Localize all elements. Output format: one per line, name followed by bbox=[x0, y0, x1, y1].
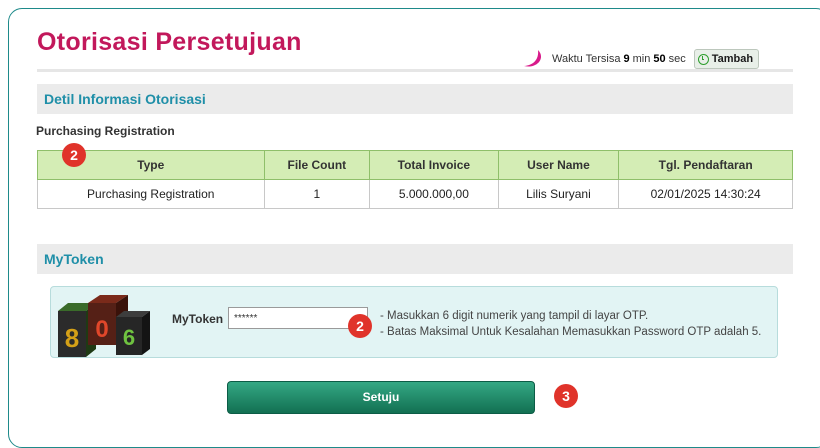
detail-subtitle: Purchasing Registration bbox=[36, 124, 175, 138]
digit-0: 8 bbox=[65, 323, 79, 353]
step-badge-token: 2 bbox=[348, 314, 372, 338]
cell-type: Purchasing Registration bbox=[37, 179, 265, 209]
moon-icon bbox=[524, 50, 542, 67]
cell-registration-date: 02/01/2025 14:30:24 bbox=[618, 179, 793, 209]
col-file-count: File Count bbox=[263, 150, 371, 180]
token-digits-illustration: 8 0 6 bbox=[58, 295, 150, 357]
cell-file-count: 1 bbox=[263, 179, 371, 209]
step-badge-table: 2 bbox=[62, 143, 86, 167]
token-input[interactable] bbox=[228, 307, 368, 329]
table-row: Purchasing Registration 1 5.000.000,00 L… bbox=[37, 179, 793, 209]
token-label: MyToken bbox=[172, 312, 224, 326]
approve-button[interactable]: Setuju bbox=[227, 381, 535, 414]
timer-min-unit: min bbox=[632, 53, 651, 65]
clock-icon bbox=[697, 53, 709, 65]
digit-2: 6 bbox=[123, 325, 135, 350]
col-user-name: User Name bbox=[497, 150, 620, 180]
col-total-invoice: Total Invoice bbox=[369, 150, 499, 180]
token-note-digits: - Masukkan 6 digit numerik yang tampil d… bbox=[380, 310, 649, 322]
col-registration-date: Tgl. Pendaftaran bbox=[618, 150, 793, 180]
step-badge-submit: 3 bbox=[554, 384, 578, 408]
add-time-button[interactable]: Tambah bbox=[693, 49, 760, 69]
mytoken-section-header: MyToken bbox=[37, 244, 793, 274]
authorization-table: Type File Count Total Invoice User Name … bbox=[37, 150, 793, 209]
token-instructions: - Masukkan 6 digit numerik yang tampil d… bbox=[380, 308, 770, 340]
digit-1: 0 bbox=[95, 316, 108, 343]
timer-seconds: 50 bbox=[653, 53, 666, 65]
detail-section-header: Detil Informasi Otorisasi bbox=[37, 84, 793, 114]
timer-sec-unit: sec bbox=[668, 53, 686, 65]
cell-user-name: Lilis Suryani bbox=[497, 179, 620, 209]
timer-minutes: 9 bbox=[623, 53, 630, 65]
token-note-limit: - Batas Maksimal Untuk Kesalahan Memasuk… bbox=[380, 326, 762, 338]
page-title: Otorisasi Persetujuan bbox=[37, 28, 302, 56]
add-time-label: Tambah bbox=[711, 53, 754, 65]
cell-total-invoice: 5.000.000,00 bbox=[369, 179, 499, 209]
table-header-row: Type File Count Total Invoice User Name … bbox=[37, 150, 793, 180]
session-timer: Waktu Tersisa 9 min 50 sec Tambah bbox=[522, 48, 760, 70]
timer-label: Waktu Tersisa bbox=[552, 53, 621, 65]
title-divider bbox=[37, 69, 793, 72]
